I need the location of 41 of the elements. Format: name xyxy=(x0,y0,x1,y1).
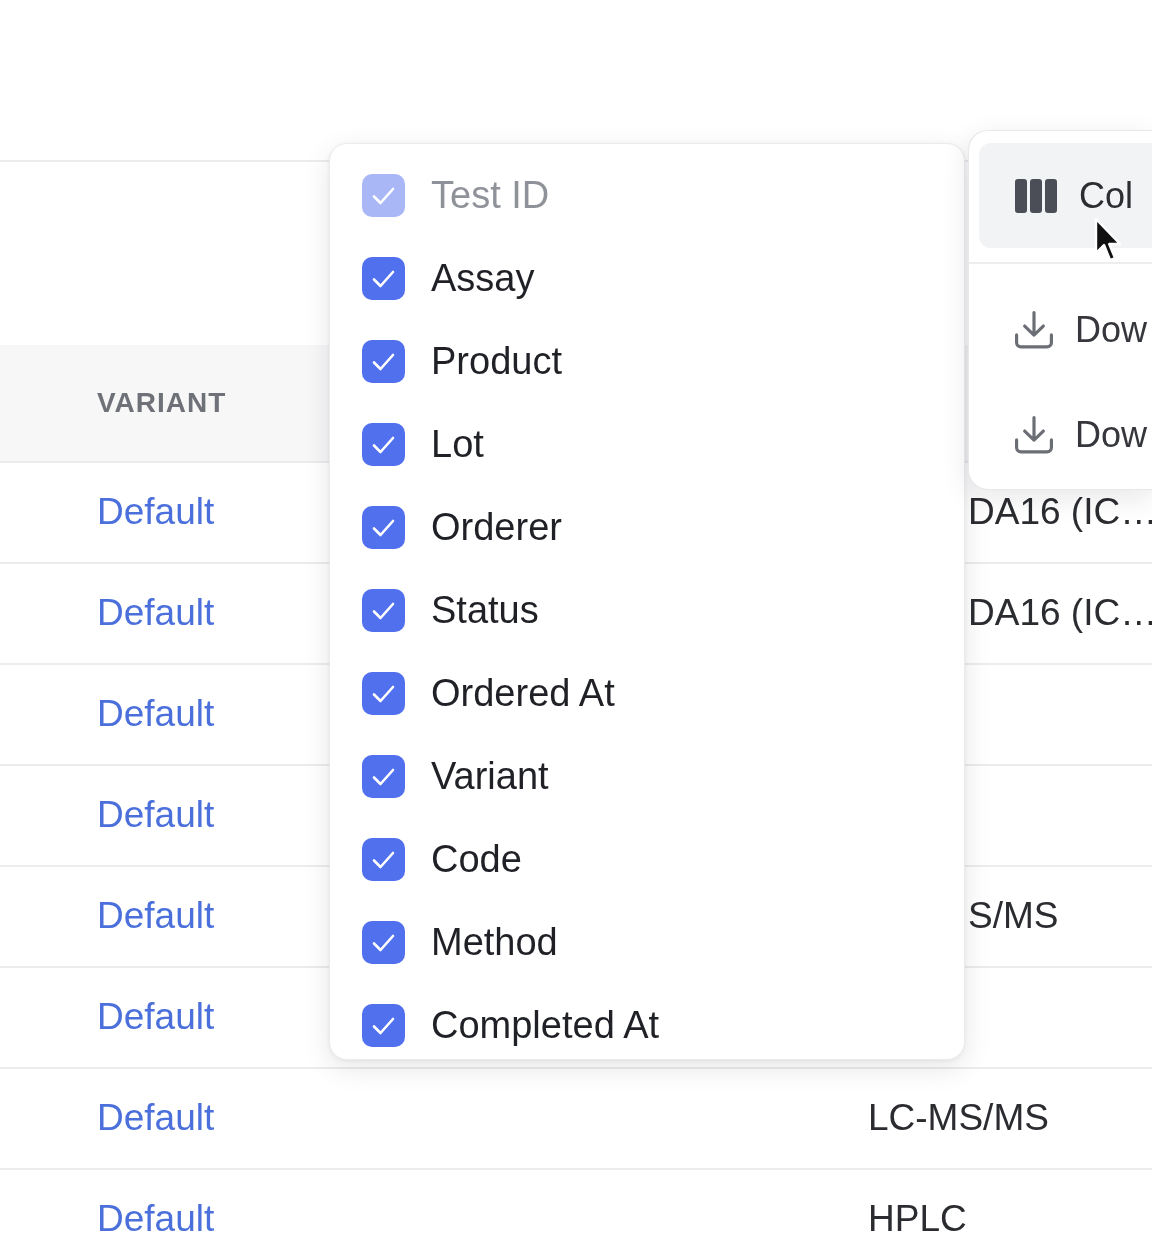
column-option-label[interactable]: Code xyxy=(431,837,522,882)
column-option-label[interactable]: Assay xyxy=(431,256,535,301)
checkbox[interactable] xyxy=(361,920,406,965)
column-option-label[interactable]: Method xyxy=(431,920,558,965)
column-header[interactable]: VARIANT xyxy=(97,386,227,418)
table-cell: S/MS xyxy=(968,895,1059,938)
table-cell: HPLC xyxy=(868,1198,967,1241)
column-option-label[interactable]: Orderer xyxy=(431,505,562,550)
table-cell: DA16 (IC… xyxy=(968,491,1152,534)
variant-link[interactable]: Default xyxy=(97,592,215,634)
download-icon xyxy=(1015,310,1053,349)
column-option-label[interactable]: Product xyxy=(431,339,562,384)
download-menu-item[interactable]: Dow xyxy=(979,277,1152,382)
column-option-label[interactable]: Variant xyxy=(431,754,549,799)
column-option-label[interactable]: Status xyxy=(431,588,539,633)
variant-link[interactable]: Default xyxy=(97,1198,215,1240)
variant-link[interactable]: Default xyxy=(97,794,215,836)
checkbox[interactable] xyxy=(361,505,406,550)
column-option-label[interactable]: Lot xyxy=(431,422,484,467)
download-menu-item[interactable]: Dow xyxy=(979,382,1152,487)
checkbox[interactable] xyxy=(361,339,406,384)
variant-link[interactable]: Default xyxy=(97,996,215,1038)
column-option-label[interactable]: Completed At xyxy=(431,1003,660,1048)
checkbox[interactable] xyxy=(361,837,406,882)
checkbox[interactable] xyxy=(361,1003,406,1048)
column-option-label: Test ID xyxy=(431,173,550,218)
variant-link[interactable]: Default xyxy=(97,491,215,533)
table-cell: DA16 (IC… xyxy=(968,592,1152,635)
checkbox[interactable] xyxy=(361,588,406,633)
column-option-label[interactable]: Ordered At xyxy=(431,671,615,716)
variant-link[interactable]: Default xyxy=(97,693,215,735)
download-icon xyxy=(1015,415,1053,454)
variant-link[interactable]: Default xyxy=(97,895,215,937)
checkbox[interactable] xyxy=(361,422,406,467)
table-cell: LC-MS/MS xyxy=(868,1097,1049,1140)
columns-menu-item[interactable]: Col xyxy=(979,143,1152,248)
checkbox[interactable] xyxy=(361,256,406,301)
checkbox[interactable] xyxy=(361,671,406,716)
columns-icon xyxy=(1015,178,1057,213)
checkbox[interactable] xyxy=(361,754,406,799)
variant-link[interactable]: Default xyxy=(97,1097,215,1139)
